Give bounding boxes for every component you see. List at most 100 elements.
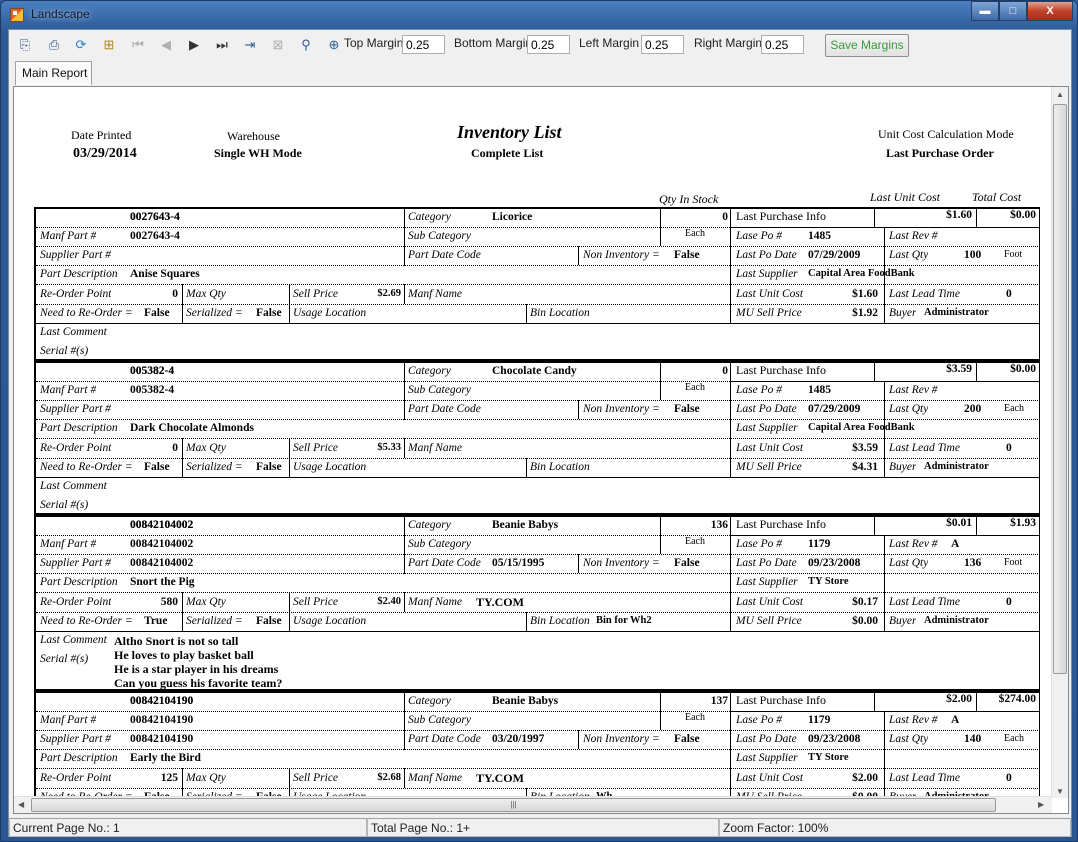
last-qty-value: 200 xyxy=(964,403,982,415)
total-cost-value: $1.93 xyxy=(1010,517,1036,529)
column-divider xyxy=(660,517,661,554)
next-page-icon[interactable]: ▶ xyxy=(185,36,203,54)
column-divider xyxy=(578,246,579,265)
date-printed-label: Date Printed xyxy=(71,128,132,142)
last-unit-cost-detail-value: $2.00 xyxy=(852,772,878,784)
last-unit-cost-label: Last Unit Cost xyxy=(736,772,804,784)
last-qty-unit: Foot xyxy=(1004,557,1023,568)
horizontal-scrollbar[interactable]: ◀ ||| ▶ xyxy=(14,796,1052,813)
manf-name-label: Manf Name xyxy=(408,442,462,454)
top-margin-input[interactable] xyxy=(402,35,445,54)
col-qty-in-stock: Qty In Stock xyxy=(659,192,719,206)
row-divider xyxy=(36,400,1040,401)
row-divider xyxy=(36,265,1040,266)
export-icon[interactable]: ⎘ xyxy=(16,36,34,54)
row-divider xyxy=(36,749,1040,750)
part-date-code-value: 05/15/1995 xyxy=(492,557,545,569)
manf-name-label: Manf Name xyxy=(408,288,462,300)
last-qty-value: 140 xyxy=(964,733,982,745)
report-viewer: Date Printed 03/29/2014 Warehouse Single… xyxy=(13,86,1069,814)
serials-label: Serial #(s) xyxy=(40,499,89,511)
close-button[interactable]: X xyxy=(1027,1,1073,21)
max-qty-label: Max Qty xyxy=(186,596,226,608)
serialized-label: Serialized = xyxy=(186,615,243,627)
scroll-up-icon[interactable]: ▲ xyxy=(1056,90,1064,99)
mu-sell-price-label: MU Sell Price xyxy=(736,307,802,319)
serialized-value: False xyxy=(256,615,282,627)
last-po-date-value: 09/23/2008 xyxy=(808,557,861,569)
last-po-date-label: Last Po Date xyxy=(736,403,797,415)
buyer-label: Buyer xyxy=(889,307,917,319)
last-unit-cost-detail-value: $3.59 xyxy=(852,442,878,454)
date-printed-value: 03/29/2014 xyxy=(73,146,137,161)
category-value: Beanie Babys xyxy=(492,519,559,531)
section-divider xyxy=(36,323,1040,324)
comment-line: Altho Snort is not so tall xyxy=(114,634,239,648)
sell-price-value: $5.33 xyxy=(377,442,401,453)
sell-price-label: Sell Price xyxy=(293,596,339,608)
scroll-right-icon[interactable]: ▶ xyxy=(1038,800,1044,809)
column-divider xyxy=(874,363,875,381)
bin-location-label: Bin Location xyxy=(530,307,590,319)
client-area: ⎘ ⎙ ⟳ ⊞ ⏮ ◀ ▶ ⏭ ⇥ ⊠ ⚲ ⊕ Top Margin Botto… xyxy=(8,29,1072,837)
last-po-date-label: Last Po Date xyxy=(736,249,797,261)
last-supplier-label: Last Supplier xyxy=(736,576,798,588)
last-lead-time-label: Last Lead Time xyxy=(889,596,960,608)
first-page-icon[interactable]: ⏮ xyxy=(129,36,147,54)
stop-icon[interactable]: ⊠ xyxy=(269,36,287,54)
maximize-button[interactable]: □ xyxy=(999,1,1027,21)
save-margins-button[interactable]: Save Margins xyxy=(825,34,909,57)
supplier-part-label: Supplier Part # xyxy=(40,733,111,745)
manf-name-value: TY.COM xyxy=(476,771,524,785)
maximize-icon: □ xyxy=(1009,5,1017,17)
manf-name-label: Manf Name xyxy=(408,772,462,784)
sell-price-label: Sell Price xyxy=(293,772,339,784)
minimize-icon: ▬ xyxy=(979,5,991,17)
row-divider xyxy=(36,788,1040,789)
lase-po-value: 1179 xyxy=(808,538,831,550)
last-lead-time-value: 0 xyxy=(1006,596,1012,608)
minimize-button[interactable]: ▬ xyxy=(971,1,999,21)
total-cost-value: $0.00 xyxy=(1010,209,1036,221)
scroll-left-icon[interactable]: ◀ xyxy=(18,800,24,809)
non-inventory-label: Non Inventory = xyxy=(583,733,660,745)
group-tree-icon[interactable]: ⊞ xyxy=(100,36,118,54)
report-title: Inventory List xyxy=(457,122,562,142)
section-divider xyxy=(36,477,1040,478)
zoom-icon[interactable]: ⊕ xyxy=(325,36,343,54)
app-icon xyxy=(10,8,24,22)
lase-po-label: Lase Po # xyxy=(736,384,782,396)
horizontal-scroll-thumb[interactable]: ||| xyxy=(31,798,996,812)
tab-main-report[interactable]: Main Report xyxy=(15,61,92,85)
unit-cost-mode-label: Unit Cost Calculation Mode xyxy=(878,127,1014,141)
last-page-icon[interactable]: ⏭ xyxy=(213,36,231,54)
warehouse-label: Warehouse xyxy=(227,129,281,143)
scroll-down-icon[interactable]: ▼ xyxy=(1056,787,1064,796)
bottom-margin-input[interactable] xyxy=(527,35,570,54)
previous-page-icon[interactable]: ◀ xyxy=(157,36,175,54)
vertical-scrollbar[interactable]: ▲ ▼ xyxy=(1051,87,1068,798)
non-inventory-value: False xyxy=(674,403,700,415)
left-margin-input[interactable] xyxy=(641,35,684,54)
last-supplier-value: TY Store xyxy=(808,576,849,587)
refresh-icon[interactable]: ⟳ xyxy=(72,36,90,54)
serialized-value: False xyxy=(256,461,282,473)
vertical-scroll-thumb[interactable] xyxy=(1053,104,1067,674)
column-divider xyxy=(404,768,405,788)
column-divider xyxy=(660,693,661,730)
last-comment-label: Last Comment xyxy=(40,480,107,492)
row-divider xyxy=(36,573,1040,574)
right-margin-input[interactable] xyxy=(761,35,804,54)
last-qty-unit: Foot xyxy=(1004,249,1023,260)
print-icon[interactable]: ⎙ xyxy=(45,36,63,54)
stock-value: 00842104002 xyxy=(130,519,194,531)
column-divider xyxy=(874,209,875,227)
part-description-label: Part Description xyxy=(40,422,118,434)
goto-page-icon[interactable]: ⇥ xyxy=(241,36,259,54)
search-icon[interactable]: ⚲ xyxy=(297,36,315,54)
manf-part-label: Manf Part # xyxy=(40,230,97,242)
column-divider xyxy=(578,400,579,419)
last-rev-label: Last Rev # xyxy=(889,384,938,396)
manf-part-value: 005382-4 xyxy=(130,384,175,396)
lase-po-label: Lase Po # xyxy=(736,714,782,726)
